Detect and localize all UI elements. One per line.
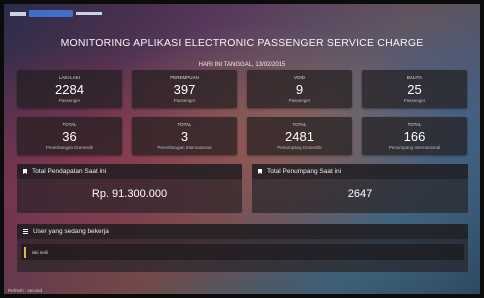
list-item: iski nelli [21,244,464,260]
stat-value: 166 [403,129,426,144]
stat-sub: Penumpang Internasional [388,145,441,150]
stat-card-void: VOID 9 Passenger [247,70,352,108]
stat-sub: Passenger [173,98,196,103]
bookmark-icon [258,169,262,174]
stat-value: 36 [62,129,77,144]
stat-sub: Passenger [403,98,426,103]
active-users-panel: User yang sedang bekerja iski nelli [17,224,468,272]
stat-card-international-flights: TOTAL 3 Penerbangan Internasional [132,117,237,155]
active-users-header: User yang sedang bekerja [17,224,468,239]
income-value: Rp. 91.300.000 [91,188,168,200]
stat-sub: Penerbangan Internasional [157,145,212,150]
active-users-title: User yang sedang bekerja [33,228,109,235]
stat-value: 25 [407,82,422,97]
user-name: iski nelli [32,249,48,255]
stat-sub: Passenger [58,98,81,103]
income-panel-title: Total Pendapatan Saat ini [32,168,107,175]
stat-card-domestic-passengers: TOTAL 2481 Penumpang Domestik [247,117,352,155]
stat-sub: Penerbangan Domestik [45,145,94,150]
bookmark-icon [23,169,27,174]
stat-value: 9 [295,82,304,97]
stat-label: TOTAL [62,122,77,127]
passenger-total-value: 2647 [347,188,373,200]
list-icon [23,229,28,234]
stat-label: PEREMPUAN [170,75,199,80]
stat-card-international-passengers: TOTAL 166 Penumpang Internasional [362,117,467,155]
stat-sub: Passenger [288,98,311,103]
stat-card-male: LAKI-LAKI 2284 Passenger [17,70,122,108]
stat-value: 3 [180,129,189,144]
stat-label: BALITA [406,75,423,80]
passenger-panel-title: Total Penumpang Saat ini [267,168,342,175]
date-line: HARI INI TANGGAL, 13/02/2015 [198,62,286,68]
stat-card-infant: BALITA 25 Passenger [362,70,467,108]
income-panel: Total Pendapatan Saat ini Rp. 91.300.000 [17,164,242,213]
stat-label: TOTAL [292,122,307,127]
stat-sub: Penumpang Domestik [277,145,322,150]
stat-card-female: PEREMPUAN 397 Passenger [132,70,237,108]
stat-label: VOID [293,75,305,80]
page-title: MONITORING APLIKASI ELECTRONIC PASSENGER… [60,37,424,49]
stat-card-domestic-flights: TOTAL 36 Penerbangan Domestik [17,117,122,155]
dashboard-screen: MONITORING APLIKASI ELECTRONIC PASSENGER… [4,4,480,294]
user-indicator [24,246,26,258]
passenger-panel: Total Penumpang Saat ini 2647 [252,164,468,213]
stat-label: TOTAL [177,122,192,127]
stat-value: 397 [173,82,196,97]
income-panel-header: Total Pendapatan Saat ini [17,164,242,179]
stat-label: TOTAL [407,122,422,127]
refresh-status: Refresh : second [8,288,43,293]
stat-value: 2481 [285,129,314,144]
passenger-panel-header: Total Penumpang Saat ini [252,164,468,179]
stat-label: LAKI-LAKI [58,75,80,80]
stat-value: 2284 [55,82,84,97]
app-logo [10,10,102,17]
